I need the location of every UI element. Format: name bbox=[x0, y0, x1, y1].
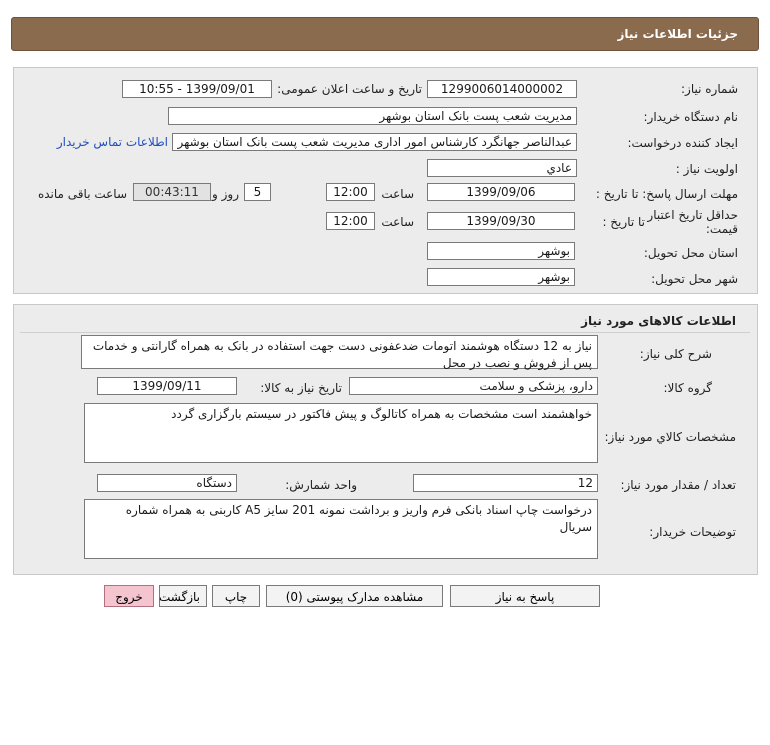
unit-label: واحد شمارش: bbox=[285, 478, 357, 492]
buyer-notes-label: توضیحات خریدار: bbox=[649, 525, 736, 539]
need-number-field: 1299006014000002 bbox=[427, 80, 577, 98]
group-field: دارو، پزشکی و سلامت bbox=[349, 377, 598, 395]
priority-field: عادي bbox=[427, 159, 577, 177]
days-count-field: 5 bbox=[244, 183, 271, 201]
description-label: شرح کلی نیاز: bbox=[639, 347, 712, 361]
remaining-time-field: 00:43:11 bbox=[133, 183, 211, 201]
deadline-date-field: 1399/09/06 bbox=[427, 183, 575, 201]
validity-time-label: ساعت bbox=[381, 215, 414, 229]
announce-label: تاریخ و ساعت اعلان عمومی: bbox=[277, 82, 422, 96]
announce-field: 1399/09/01 - 10:55 bbox=[122, 80, 272, 98]
validity-label-2: قیمت: bbox=[705, 222, 738, 236]
buyer-notes-field: درخواست چاپ اسناد بانکی فرم واریز و بردا… bbox=[84, 499, 598, 559]
validity-date-field: 1399/09/30 bbox=[427, 212, 575, 230]
qty-field: 12 bbox=[413, 474, 598, 492]
exit-button[interactable]: خروج bbox=[104, 585, 154, 607]
priority-label: اولویت نیاز : bbox=[675, 162, 738, 176]
qty-label: تعداد / مقدار مورد نیاز: bbox=[620, 478, 736, 492]
group-label: گروه کالا: bbox=[663, 381, 713, 395]
deadline-time-label: ساعت bbox=[381, 187, 414, 201]
goods-section-title: اطلاعات کالاهای مورد نیاز bbox=[581, 314, 736, 328]
buyer-contact-link[interactable]: اطلاعات تماس خریدار bbox=[57, 135, 168, 149]
city-field: بوشهر bbox=[427, 268, 575, 286]
requester-field: عبدالناصر جهانگرد کارشناس امور اداری مدی… bbox=[172, 133, 577, 151]
page-header: جزئیات اطلاعات نیاز bbox=[11, 17, 759, 51]
days-label: روز و bbox=[212, 187, 239, 201]
city-label: شهر محل تحویل: bbox=[651, 272, 738, 286]
attachments-button[interactable]: مشاهده مدارک پیوستی (0) bbox=[266, 585, 443, 607]
description-field: نیاز به 12 دستگاه هوشمند اتومات ضدعفونی … bbox=[81, 335, 598, 370]
province-field: بوشهر bbox=[427, 242, 575, 260]
deadline-time-field: 12:00 bbox=[326, 183, 375, 201]
need-date-field: 1399/09/11 bbox=[97, 377, 237, 395]
remaining-label: ساعت باقی مانده bbox=[37, 187, 127, 201]
unit-field: دستگاه bbox=[97, 474, 237, 492]
deadline-label: مهلت ارسال پاسخ: تا تاریخ : bbox=[595, 187, 738, 201]
need-date-label: تاریخ نیاز به کالا: bbox=[260, 381, 342, 395]
page-title: جزئیات اطلاعات نیاز bbox=[617, 27, 738, 41]
goods-section-divider bbox=[20, 332, 750, 333]
spec-field: خواهشمند است مشخصات به همراه کاتالوگ و پ… bbox=[84, 403, 598, 463]
print-button[interactable]: چاپ bbox=[212, 585, 260, 607]
buyer-org-field: مدیریت شعب پست بانک استان بوشهر bbox=[168, 107, 577, 125]
respond-button[interactable]: پاسخ به نیاز bbox=[450, 585, 600, 607]
province-label: استان محل تحویل: bbox=[643, 246, 738, 260]
buyer-org-label: نام دستگاه خریدار: bbox=[643, 110, 739, 124]
validity-time-field: 12:00 bbox=[326, 212, 375, 230]
need-number-label: شماره نیاز: bbox=[681, 82, 738, 96]
validity-label-1: حداقل تاریخ اعتبار bbox=[647, 208, 738, 222]
spec-label: مشخصات کالاي مورد نياز: bbox=[604, 430, 736, 444]
validity-to-label: تا تاریخ : bbox=[602, 215, 645, 229]
requester-label: ایجاد کننده درخواست: bbox=[627, 136, 738, 150]
back-button[interactable]: بازگشت bbox=[159, 585, 207, 607]
